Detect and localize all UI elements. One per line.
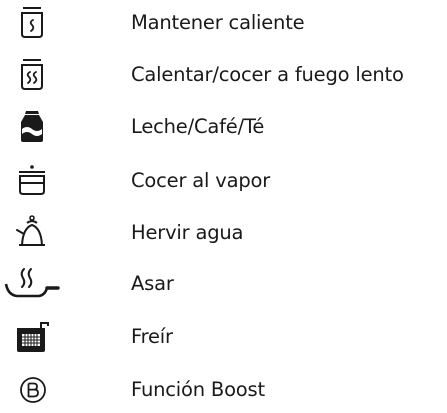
list-item-label: Calentar/cocer a fuego lento: [131, 63, 404, 86]
list-item-roast: Asar: [0, 261, 447, 307]
steamer-pot-icon: [0, 158, 70, 204]
kettle-icon: [0, 210, 70, 256]
keep-warm-pot-icon: [0, 0, 70, 46]
boost-b-icon: [0, 367, 70, 413]
list-item-fry: Freír: [0, 314, 447, 360]
frying-pan-icon: [0, 261, 70, 307]
list-item-label: Freír: [131, 325, 173, 348]
list-item-label: Cocer al vapor: [131, 169, 271, 192]
milk-carton-icon: [0, 104, 70, 150]
list-item-label: Función Boost: [131, 378, 265, 401]
list-item-simmer: Calentar/cocer a fuego lento: [0, 52, 447, 98]
list-item-label: Hervir agua: [131, 221, 244, 244]
simmer-pot-icon: [0, 52, 70, 98]
deep-fryer-icon: [0, 314, 70, 360]
list-item-boost: Función Boost: [0, 367, 447, 413]
list-item-boil-water: Hervir agua: [0, 210, 447, 256]
list-item-label: Mantener caliente: [131, 11, 305, 34]
list-item-label: Asar: [131, 272, 174, 295]
list-item-milk-coffee-tea: Leche/Café/Té: [0, 104, 447, 150]
list-item-label: Leche/Café/Té: [131, 115, 265, 138]
list-item-keep-warm: Mantener caliente: [0, 0, 447, 46]
list-item-steam: Cocer al vapor: [0, 158, 447, 204]
